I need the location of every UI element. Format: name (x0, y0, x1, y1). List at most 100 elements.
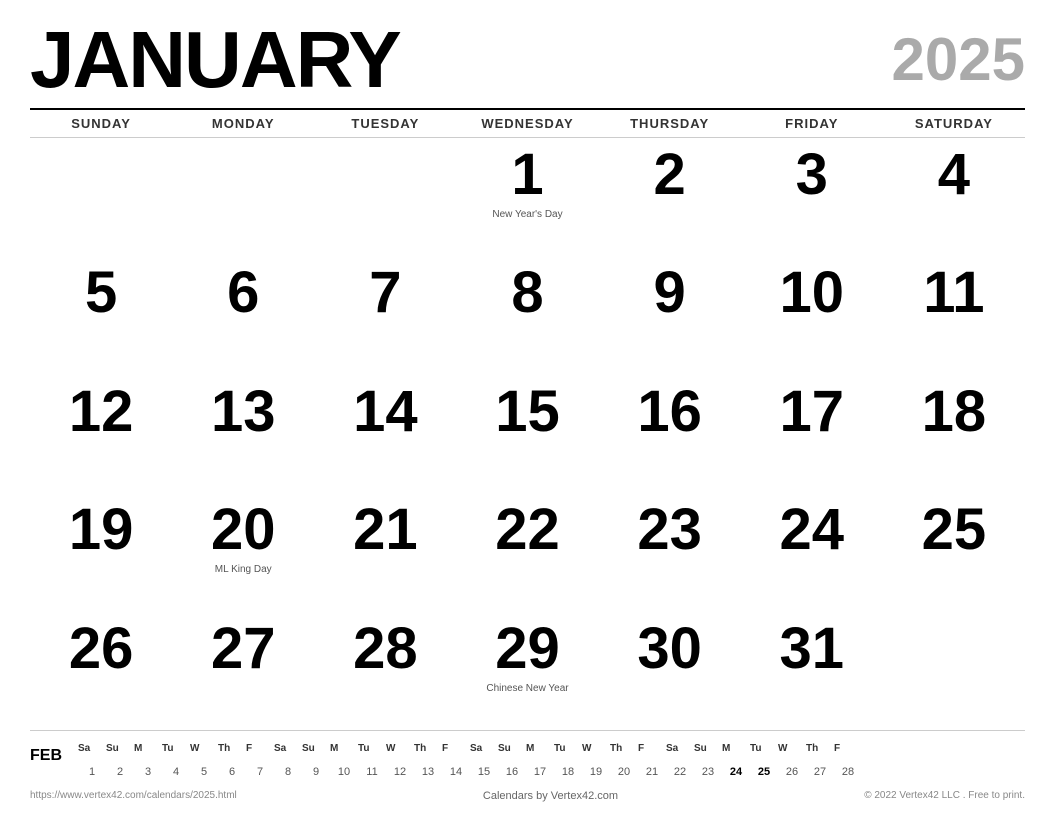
day-cell: 25 (883, 493, 1025, 611)
day-number: 10 (780, 264, 845, 322)
day-cell: 20 ML King Day (172, 493, 314, 611)
mini-calendar-section: FEB SaSuMTuWThFSaSuMTuWThFSaSuMTuWThFSaS… (30, 730, 1025, 784)
day-cell: 2 (599, 138, 741, 256)
holiday-text: ML King Day (215, 563, 272, 576)
mini-header-cell: Th (806, 741, 834, 756)
mini-day-cell: 24 (722, 764, 750, 780)
day-cell: 13 (172, 375, 314, 493)
day-header: FRIDAY (741, 116, 883, 131)
day-cell: 19 (30, 493, 172, 611)
day-header: WEDNESDAY (456, 116, 598, 131)
empty-cell (883, 612, 1025, 730)
day-header: SATURDAY (883, 116, 1025, 131)
day-number: 26 (69, 620, 134, 678)
holiday-text: New Year's Day (492, 208, 562, 221)
footer-center: Calendars by Vertex42.com (483, 790, 618, 802)
mini-day-cell: 5 (190, 764, 218, 780)
mini-header-cell: Th (218, 741, 246, 756)
day-cell: 9 (599, 256, 741, 374)
footer: https://www.vertex42.com/calendars/2025.… (30, 784, 1025, 804)
mini-header-cell: W (190, 741, 218, 756)
day-header: THURSDAY (599, 116, 741, 131)
day-cell: 7 (314, 256, 456, 374)
calendar-header: JANUARY 2025 (30, 20, 1025, 100)
holiday-text: Chinese New Year (486, 682, 568, 695)
mini-header-cell: W (582, 741, 610, 756)
year-title: 2025 (892, 30, 1025, 90)
day-number: 11 (923, 264, 984, 322)
mini-header-cell: F (246, 741, 274, 756)
mini-header-cell: Su (694, 741, 722, 756)
day-number: 4 (938, 146, 970, 204)
mini-day-cell: 13 (414, 764, 442, 780)
mini-day-cell: 7 (246, 764, 274, 780)
footer-right: © 2022 Vertex42 LLC . Free to print. (864, 790, 1025, 802)
day-number: 1 (511, 146, 543, 204)
day-number: 16 (637, 383, 702, 441)
day-cell: 27 (172, 612, 314, 730)
calendar-page: JANUARY 2025 SUNDAYMONDAYTUESDAYWEDNESDA… (0, 0, 1055, 814)
day-number: 15 (495, 383, 560, 441)
mini-day-cell: 27 (806, 764, 834, 780)
day-headers-row: SUNDAYMONDAYTUESDAYWEDNESDAYTHURSDAYFRID… (30, 108, 1025, 138)
mini-day-cell: 11 (358, 764, 386, 780)
mini-header-cell: Th (610, 741, 638, 756)
mini-day-cell: 14 (442, 764, 470, 780)
day-cell: 10 (741, 256, 883, 374)
day-cell: 22 (456, 493, 598, 611)
day-header: TUESDAY (314, 116, 456, 131)
mini-day-cell: 19 (582, 764, 610, 780)
mini-day-cell: 22 (666, 764, 694, 780)
mini-day-cell: 3 (134, 764, 162, 780)
mini-header-cell: Tu (554, 741, 582, 756)
day-cell: 11 (883, 256, 1025, 374)
day-cell: 30 (599, 612, 741, 730)
day-number: 27 (211, 620, 276, 678)
day-cell: 3 (741, 138, 883, 256)
footer-left: https://www.vertex42.com/calendars/2025.… (30, 790, 237, 802)
mini-day-cell: 15 (470, 764, 498, 780)
day-number: 20 (211, 501, 276, 559)
empty-cell (172, 138, 314, 256)
mini-day-cell: 21 (638, 764, 666, 780)
day-number: 21 (353, 501, 418, 559)
mini-header-cell: F (834, 741, 862, 756)
mini-header-cell: M (330, 741, 358, 756)
day-cell: 1 New Year's Day (456, 138, 598, 256)
mini-day-cell: 23 (694, 764, 722, 780)
mini-header-cell: Tu (750, 741, 778, 756)
day-number: 24 (780, 501, 845, 559)
mini-day-cell: 17 (526, 764, 554, 780)
mini-header-cell: Sa (78, 741, 106, 756)
day-number: 3 (796, 146, 828, 204)
day-number: 25 (922, 501, 987, 559)
mini-header-cell: Sa (274, 741, 302, 756)
day-cell: 28 (314, 612, 456, 730)
day-number: 19 (69, 501, 134, 559)
mini-header-cell: F (638, 741, 666, 756)
day-cell: 14 (314, 375, 456, 493)
mini-header-cell: Su (106, 741, 134, 756)
mini-day-cell: 2 (106, 764, 134, 780)
mini-day-cell: 18 (554, 764, 582, 780)
day-cell: 15 (456, 375, 598, 493)
mini-header-cell: Su (302, 741, 330, 756)
mini-day-cell: 12 (386, 764, 414, 780)
day-number: 9 (654, 264, 686, 322)
mini-header-cell: W (778, 741, 806, 756)
day-cell: 31 (741, 612, 883, 730)
day-cell: 5 (30, 256, 172, 374)
mini-day-cell: 6 (218, 764, 246, 780)
mini-header-cell: W (386, 741, 414, 756)
mini-header-cell: M (722, 741, 750, 756)
day-cell: 21 (314, 493, 456, 611)
day-cell: 26 (30, 612, 172, 730)
mini-day-cell: 25 (750, 764, 778, 780)
mini-header-cell: Sa (470, 741, 498, 756)
mini-grid: SaSuMTuWThFSaSuMTuWThFSaSuMTuWThFSaSuMTu… (78, 741, 1025, 780)
mini-day-cell: 26 (778, 764, 806, 780)
day-number: 7 (369, 264, 401, 322)
mini-header-cell: M (526, 741, 554, 756)
day-number: 23 (637, 501, 702, 559)
mini-header-cell: M (134, 741, 162, 756)
